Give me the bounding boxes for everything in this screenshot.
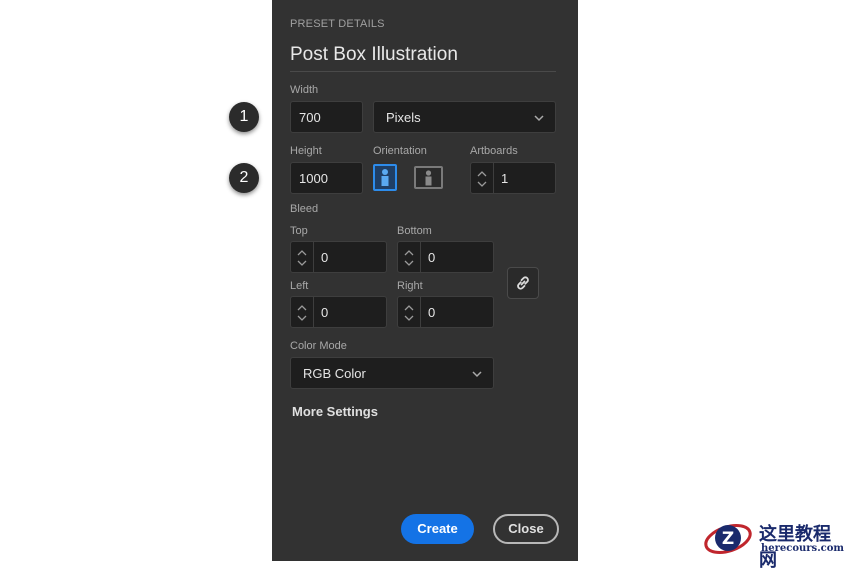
bleed-left-label: Left	[290, 280, 309, 292]
svg-text:Z: Z	[722, 529, 734, 549]
bleed-top-label: Top	[290, 225, 308, 237]
chevron-up-icon	[477, 171, 487, 177]
bleed-bottom-value: 0	[428, 250, 436, 265]
section-title: PRESET DETAILS	[290, 18, 385, 30]
bleed-top-input[interactable]: 0	[290, 241, 387, 273]
step-marker-1: 1	[229, 102, 259, 132]
chevron-down-icon	[404, 260, 414, 266]
units-value: Pixels	[386, 110, 421, 125]
chevron-down-icon	[477, 181, 487, 187]
color-mode-value: RGB Color	[303, 366, 366, 381]
chevron-up-icon	[297, 250, 307, 256]
bleed-right-stepper[interactable]	[398, 297, 421, 327]
orientation-label: Orientation	[373, 145, 427, 157]
chevron-down-icon	[534, 115, 544, 122]
height-input[interactable]: 1000	[290, 162, 363, 194]
artboards-label: Artboards	[470, 145, 518, 157]
bleed-top-stepper[interactable]	[291, 242, 314, 272]
link-bleed-button[interactable]	[507, 267, 539, 299]
watermark-logo-icon: Z	[704, 524, 752, 554]
artboards-value: 1	[501, 171, 509, 186]
watermark-url: herecours.com	[761, 543, 845, 554]
portrait-orientation-button[interactable]	[373, 164, 397, 191]
bleed-right-label: Right	[397, 280, 423, 292]
chevron-down-icon	[404, 315, 414, 321]
chevron-down-icon	[297, 260, 307, 266]
bleed-top-value: 0	[321, 250, 329, 265]
bleed-bottom-input[interactable]: 0	[397, 241, 494, 273]
bleed-bottom-label: Bottom	[397, 225, 432, 237]
color-mode-dropdown[interactable]: RGB Color	[290, 357, 494, 389]
chevron-down-icon	[297, 315, 307, 321]
artboards-input[interactable]: 1	[470, 162, 556, 194]
step-marker-2: 2	[229, 163, 259, 193]
chevron-down-icon	[472, 371, 482, 378]
bleed-left-input[interactable]: 0	[290, 296, 387, 328]
bleed-bottom-stepper[interactable]	[398, 242, 421, 272]
watermark: Z 这里教程网 herecours.com	[702, 517, 848, 571]
bleed-right-input[interactable]: 0	[397, 296, 494, 328]
preset-name-input[interactable]: Post Box Illustration	[290, 44, 556, 72]
link-icon	[517, 276, 529, 290]
more-settings-link[interactable]: More Settings	[292, 404, 378, 419]
chevron-up-icon	[404, 250, 414, 256]
landscape-icon	[425, 170, 432, 186]
height-label: Height	[290, 145, 322, 157]
bleed-right-value: 0	[428, 305, 436, 320]
width-input[interactable]: 700	[290, 101, 363, 133]
width-value: 700	[299, 110, 321, 125]
chevron-up-icon	[404, 305, 414, 311]
bleed-left-value: 0	[321, 305, 329, 320]
preset-details-panel: PRESET DETAILS Post Box Illustration Wid…	[272, 0, 578, 561]
create-button[interactable]: Create	[401, 514, 474, 544]
landscape-orientation-button[interactable]	[414, 166, 443, 189]
portrait-icon	[381, 169, 389, 186]
close-button[interactable]: Close	[493, 514, 559, 544]
artboards-stepper[interactable]	[471, 163, 494, 193]
chevron-up-icon	[297, 305, 307, 311]
color-mode-label: Color Mode	[290, 340, 347, 352]
height-value: 1000	[299, 171, 328, 186]
bleed-left-stepper[interactable]	[291, 297, 314, 327]
bleed-label: Bleed	[290, 203, 319, 215]
width-label: Width	[290, 84, 319, 96]
units-dropdown[interactable]: Pixels	[373, 101, 556, 133]
